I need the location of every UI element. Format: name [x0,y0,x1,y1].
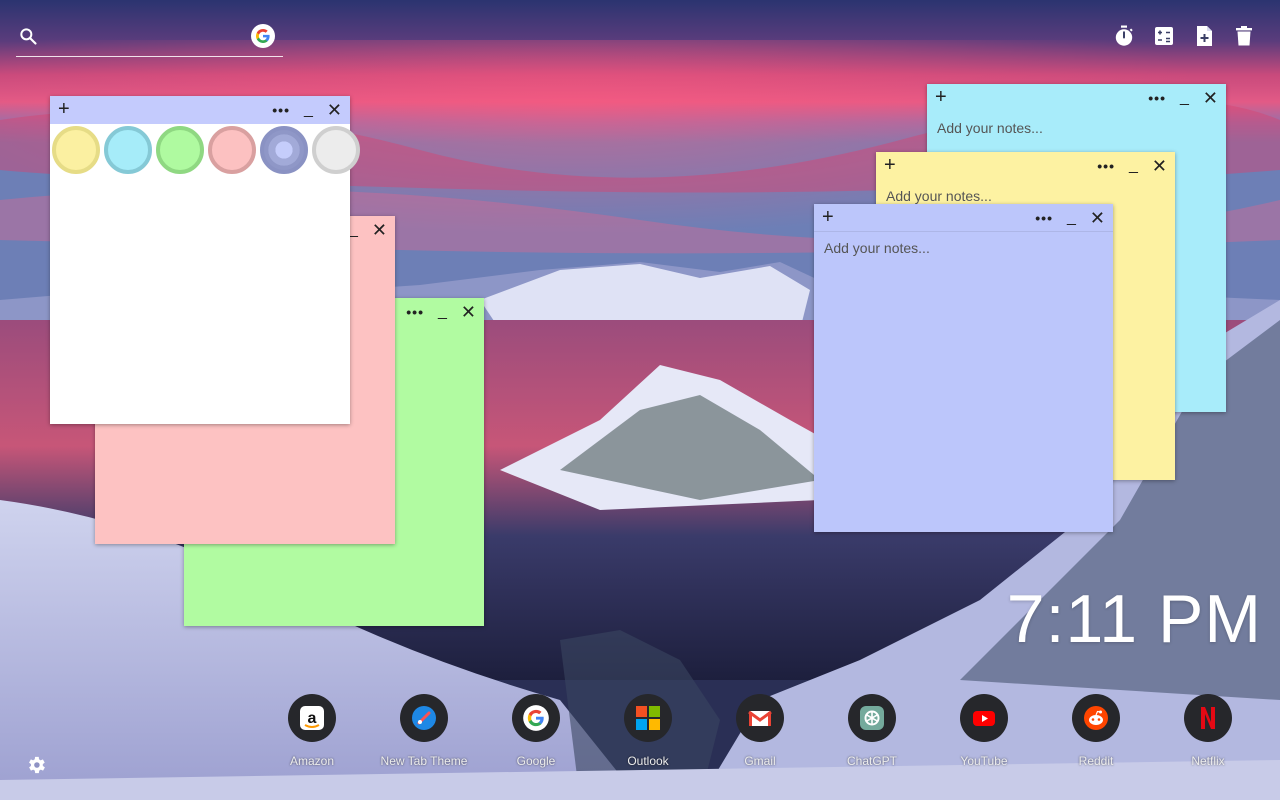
shortcut-outlook[interactable]: Outlook [592,694,704,768]
clock: 7:11 PM [1006,581,1262,657]
search-bar [16,16,283,57]
search-input[interactable] [48,24,252,50]
add-note-button[interactable]: + [935,86,947,108]
shortcut-label: Gmail [744,754,776,768]
shortcut-label: Google [516,754,556,768]
shortcut-netflix[interactable]: Netflix [1152,694,1264,768]
minimize-button[interactable]: _ [304,102,313,118]
gear-icon[interactable] [25,754,47,776]
add-note-button[interactable]: + [822,206,834,228]
shortcut-label: Amazon [289,754,335,768]
shortcut-new-tab-theme[interactable]: New Tab Theme [368,694,480,768]
close-button[interactable]: ✕ [372,221,387,239]
close-button[interactable]: ✕ [461,303,476,321]
note-header[interactable]: + ••• _ ✕ [814,204,1113,232]
outlook-icon [624,694,672,742]
top-toolbar [1112,24,1256,48]
color-swatch-cyan[interactable] [104,126,152,174]
shortcut-label: YouTube [960,754,1008,768]
minimize-button[interactable]: _ [438,304,447,320]
shortcut-chatgpt[interactable]: ChatGPT [816,694,928,768]
color-swatch-white[interactable] [312,126,360,174]
shortcut-dock: a Amazon New Tab Theme Google Outlook Gm… [256,694,1264,768]
note-text[interactable]: Add your notes... [814,232,1113,532]
more-options-button[interactable]: ••• [1148,90,1166,106]
youtube-icon [960,694,1008,742]
sticky-note-lavender[interactable]: + ••• _ ✕ Add your notes... [814,204,1113,532]
google-icon [512,694,560,742]
color-swatch-yellow[interactable] [52,126,100,174]
shortcut-label: ChatGPT [846,754,897,768]
color-swatch-pink[interactable] [208,126,256,174]
amazon-icon: a [288,694,336,742]
shortcut-reddit[interactable]: Reddit [1040,694,1152,768]
more-options-button[interactable]: ••• [406,304,424,320]
minimize-button[interactable]: _ [1180,90,1189,106]
add-note-button[interactable]: + [58,98,70,120]
svg-text:a: a [308,710,317,727]
add-note-button[interactable]: + [884,154,896,176]
shortcut-label: Outlook [627,754,669,768]
minimize-button[interactable]: _ [1067,210,1076,226]
timer-icon[interactable] [1112,24,1136,48]
add-note-icon[interactable] [1192,24,1216,48]
gmail-icon [736,694,784,742]
new-tab-theme-icon [400,694,448,742]
shortcut-amazon[interactable]: a Amazon [256,694,368,768]
reddit-icon [1072,694,1120,742]
more-options-button[interactable]: ••• [1035,210,1053,226]
note-header[interactable]: + ••• _ ✕ [876,152,1175,180]
close-button[interactable]: ✕ [1203,89,1218,107]
close-button[interactable]: ✕ [327,101,342,119]
color-palette [52,126,360,174]
shortcut-gmail[interactable]: Gmail [704,694,816,768]
close-button[interactable]: ✕ [1090,209,1105,227]
shortcut-label: Netflix [1191,754,1225,768]
trash-icon[interactable] [1232,24,1256,48]
search-icon[interactable] [18,26,38,46]
shortcut-label: Reddit [1078,754,1114,768]
minimize-button[interactable]: _ [1129,158,1138,174]
shortcut-label: New Tab Theme [380,754,468,768]
close-button[interactable]: ✕ [1152,157,1167,175]
google-g-icon[interactable] [251,24,275,48]
calculator-icon[interactable] [1152,24,1176,48]
note-header[interactable]: + ••• _ ✕ [927,84,1226,112]
minimize-button[interactable]: _ [349,222,358,238]
sticky-note-white[interactable]: + ••• _ ✕ [50,96,360,424]
netflix-icon [1184,694,1232,742]
shortcut-google[interactable]: Google [480,694,592,768]
more-options-button[interactable]: ••• [272,102,290,118]
note-header[interactable]: + ••• _ ✕ [50,96,350,124]
color-swatch-green[interactable] [156,126,204,174]
chatgpt-icon [848,694,896,742]
color-swatch-lavender[interactable] [260,126,308,174]
shortcut-youtube[interactable]: YouTube [928,694,1040,768]
more-options-button[interactable]: ••• [1097,158,1115,174]
